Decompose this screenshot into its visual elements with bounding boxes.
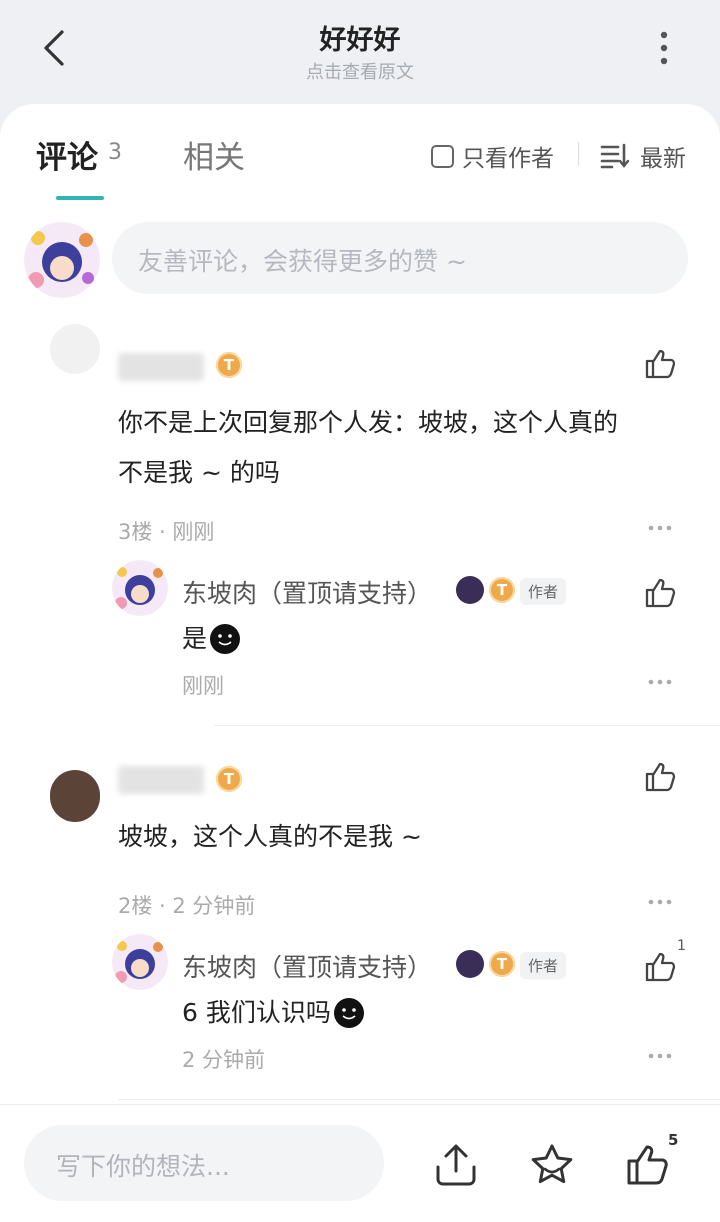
checkbox-icon[interactable] (431, 144, 454, 168)
more-horizontal-icon[interactable] (647, 678, 673, 686)
top-bar: 好好好 点击查看原文 (0, 0, 720, 104)
comment-meta: 2楼 · 2 分钟前 (118, 894, 256, 918)
sort-icon (600, 143, 630, 169)
comment-text[interactable]: 坡坡，这个人真的不是我 ~ (118, 812, 678, 862)
tab-related[interactable]: 相关 (183, 132, 245, 177)
comment-input[interactable]: 友善评论，会获得更多的赞 ~ (112, 222, 688, 294)
star-icon[interactable] (528, 1141, 576, 1189)
username[interactable] (118, 766, 204, 794)
comment-tabs: 评论 3 相关 只看作者 最新 (0, 104, 720, 204)
coin-badge-icon: T (216, 352, 242, 378)
coin-badge-icon: T (489, 951, 515, 977)
smiley-emoji-icon (333, 998, 364, 1028)
skull-badge-icon (456, 950, 484, 978)
more-horizontal-icon[interactable] (647, 898, 673, 906)
reply-author[interactable]: 东坡肉（置顶请支持） (182, 574, 432, 610)
author-only-label: 只看作者 (462, 146, 554, 172)
divider (118, 1099, 720, 1100)
thumbs-up-icon[interactable] (643, 576, 677, 610)
comment-count: 3 (108, 140, 122, 165)
avatar[interactable] (50, 770, 100, 822)
page-title[interactable]: 好好好 (0, 18, 720, 57)
divider (214, 725, 720, 726)
more-vertical-icon[interactable] (652, 30, 676, 66)
thought-input[interactable]: 写下你的想法... (24, 1125, 384, 1201)
divider (578, 142, 579, 166)
sort-button[interactable]: 最新 (600, 139, 686, 173)
tab-comments[interactable]: 评论 (36, 132, 98, 177)
bottom-action-bar: 写下你的想法... 5 (0, 1104, 720, 1222)
author-badge: 作者 (520, 952, 567, 979)
share-icon[interactable] (432, 1141, 480, 1189)
reply-like-count: 1 (677, 938, 686, 954)
smiley-emoji-icon (210, 624, 241, 654)
skull-badge-icon (456, 576, 484, 604)
reply-text[interactable]: 是 (182, 614, 241, 664)
comments-panel: 评论 3 相关 只看作者 最新 友善评论，会获得更多的赞 ~ T 你不是上次回复… (0, 104, 720, 1104)
avatar[interactable] (50, 324, 100, 374)
thumbs-up-icon[interactable] (643, 760, 677, 794)
reply-text[interactable]: 6 我们认识吗 (182, 988, 365, 1038)
author-badge: 作者 (520, 578, 567, 605)
thumbs-up-icon[interactable] (643, 347, 677, 381)
tab-indicator (56, 196, 104, 200)
comment-meta: 3楼 · 刚刚 (118, 520, 215, 544)
more-horizontal-icon[interactable] (647, 1052, 673, 1060)
coin-badge-icon: T (216, 766, 242, 792)
thumbs-up-icon[interactable] (643, 950, 677, 984)
like-count: 5 (668, 1131, 679, 1149)
coin-badge-icon: T (489, 577, 515, 603)
author-only-toggle[interactable]: 只看作者 (431, 139, 554, 173)
avatar[interactable] (112, 560, 168, 616)
more-horizontal-icon[interactable] (647, 524, 673, 532)
sort-label: 最新 (640, 146, 686, 172)
reply-time: 刚刚 (182, 674, 224, 698)
comment-text[interactable]: 你不是上次回复那个人发：坡坡，这个人真的 不是我 ~ 的吗 (118, 398, 678, 498)
reply-time: 2 分钟前 (182, 1048, 266, 1072)
username[interactable] (118, 353, 204, 381)
thumbs-up-icon[interactable] (624, 1141, 672, 1189)
view-original-link[interactable]: 点击查看原文 (0, 58, 720, 84)
reply-author[interactable]: 东坡肉（置顶请支持） (182, 948, 432, 984)
avatar[interactable] (112, 934, 168, 990)
avatar[interactable] (24, 222, 100, 298)
